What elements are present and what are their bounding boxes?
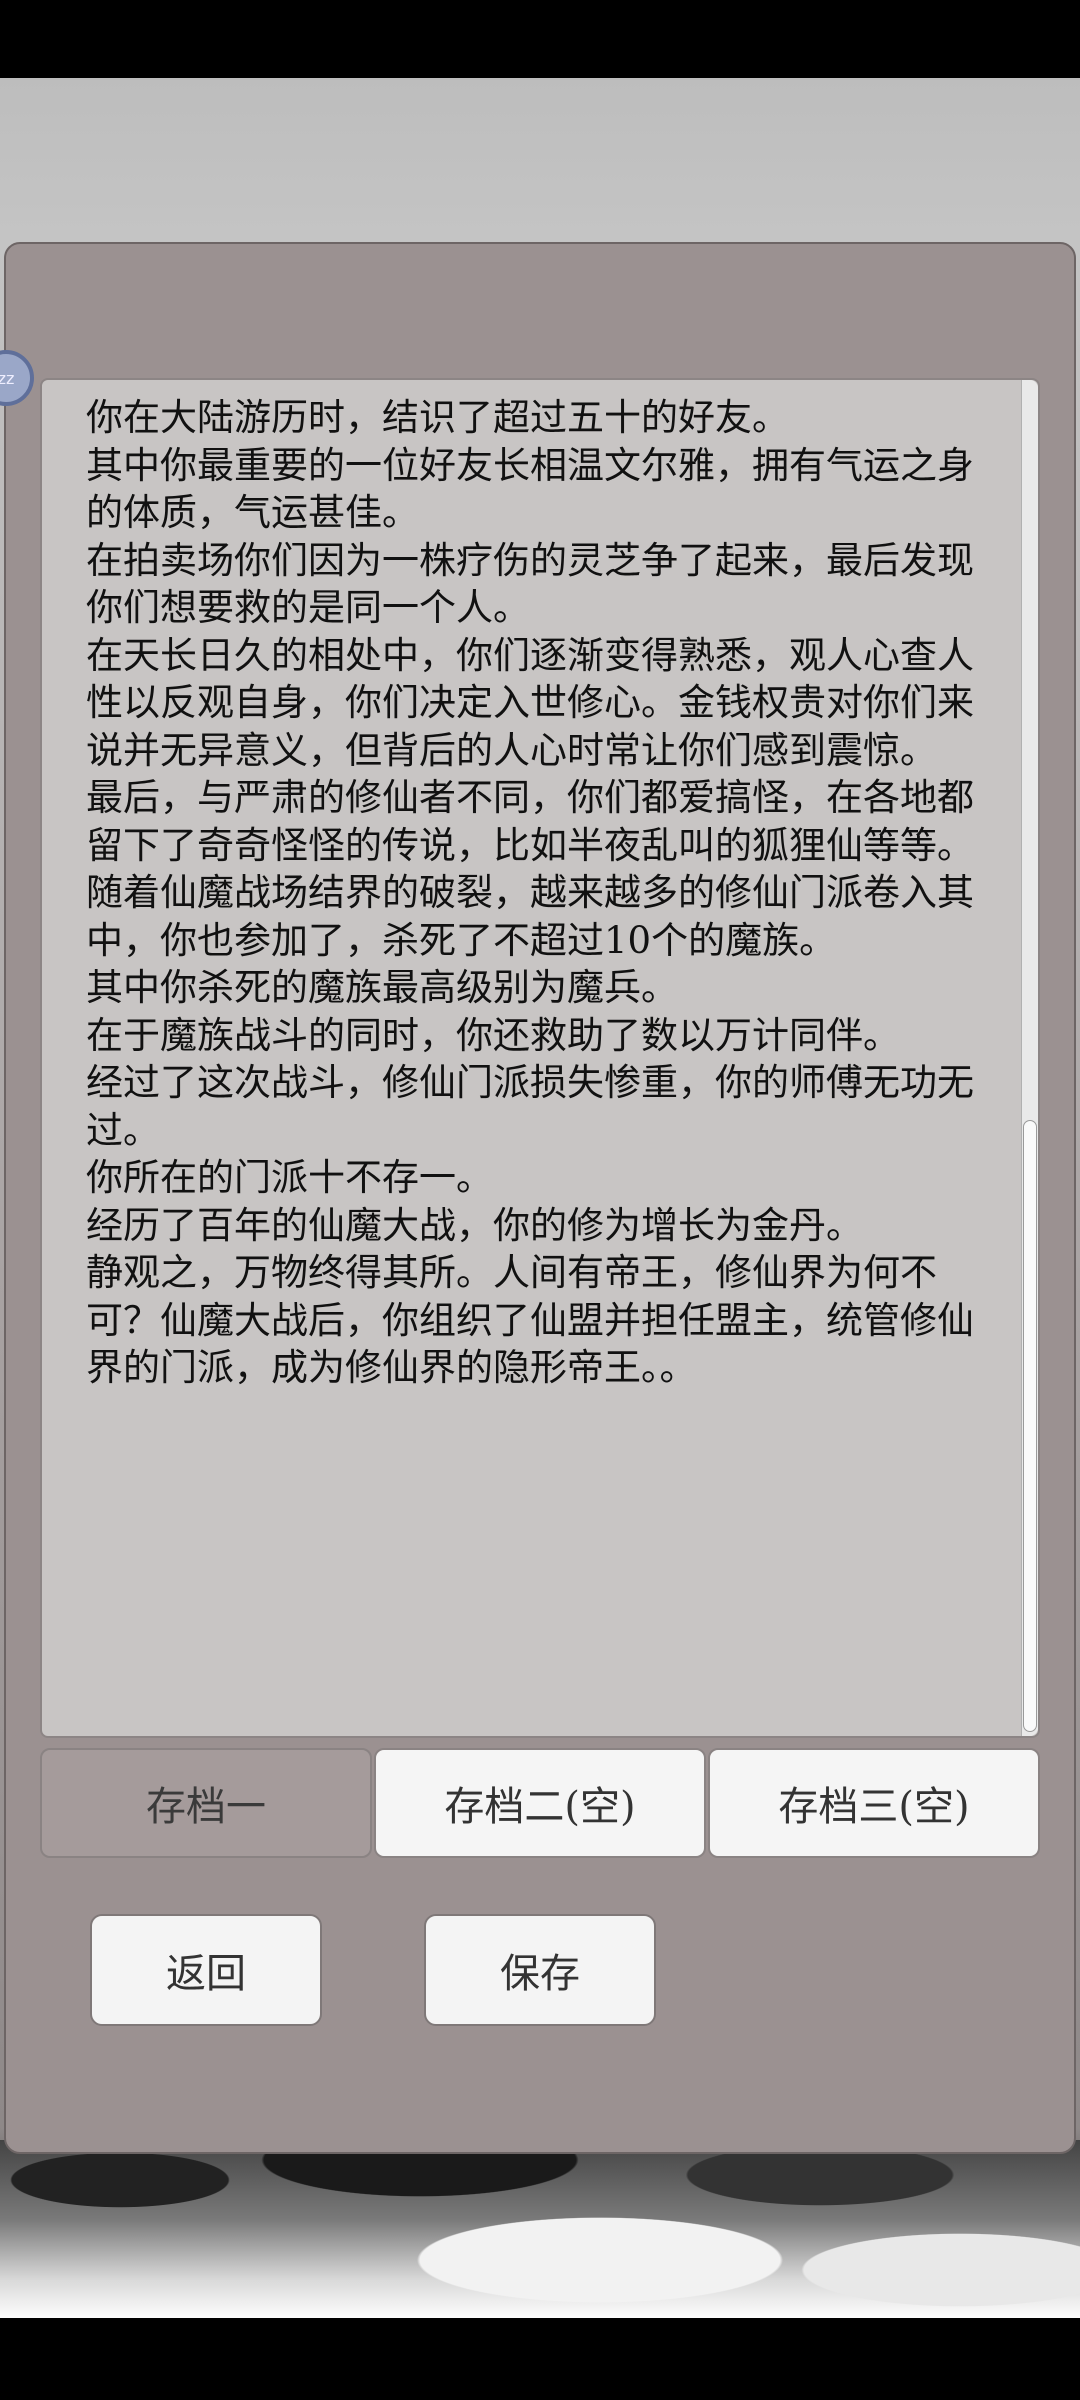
scrollbar[interactable] (1021, 380, 1038, 1736)
back-button-label: 返回 (166, 1951, 246, 1997)
story-text: 你在大陆游历时，结识了超过五十的好友。 其中你最重要的一位好友长相温文尔雅，拥有… (86, 396, 974, 1389)
save-slot-tabs: 存档一 存档二(空) 存档三(空) (40, 1748, 1040, 1858)
save-slot-1[interactable]: 存档一 (40, 1748, 372, 1858)
save-slot-3[interactable]: 存档三(空) (708, 1748, 1040, 1858)
save-slot-label: 存档三(空) (778, 1784, 970, 1830)
avatar-label: zz (0, 368, 15, 388)
status-bar (0, 0, 1080, 78)
save-button[interactable]: 保存 (424, 1914, 656, 2026)
back-button[interactable]: 返回 (90, 1914, 322, 2026)
save-slot-label: 存档一 (146, 1784, 266, 1830)
story-scroll-area[interactable]: 你在大陆游历时，结识了超过五十的好友。 其中你最重要的一位好友长相温文尔雅，拥有… (40, 378, 1040, 1738)
save-button-label: 保存 (500, 1951, 580, 1997)
save-slot-label: 存档二(空) (444, 1784, 636, 1830)
scrollbar-thumb[interactable] (1023, 1120, 1037, 1732)
save-slot-2[interactable]: 存档二(空) (374, 1748, 706, 1858)
navigation-bar (0, 2318, 1080, 2400)
ink-mountain-art (0, 2140, 1080, 2320)
